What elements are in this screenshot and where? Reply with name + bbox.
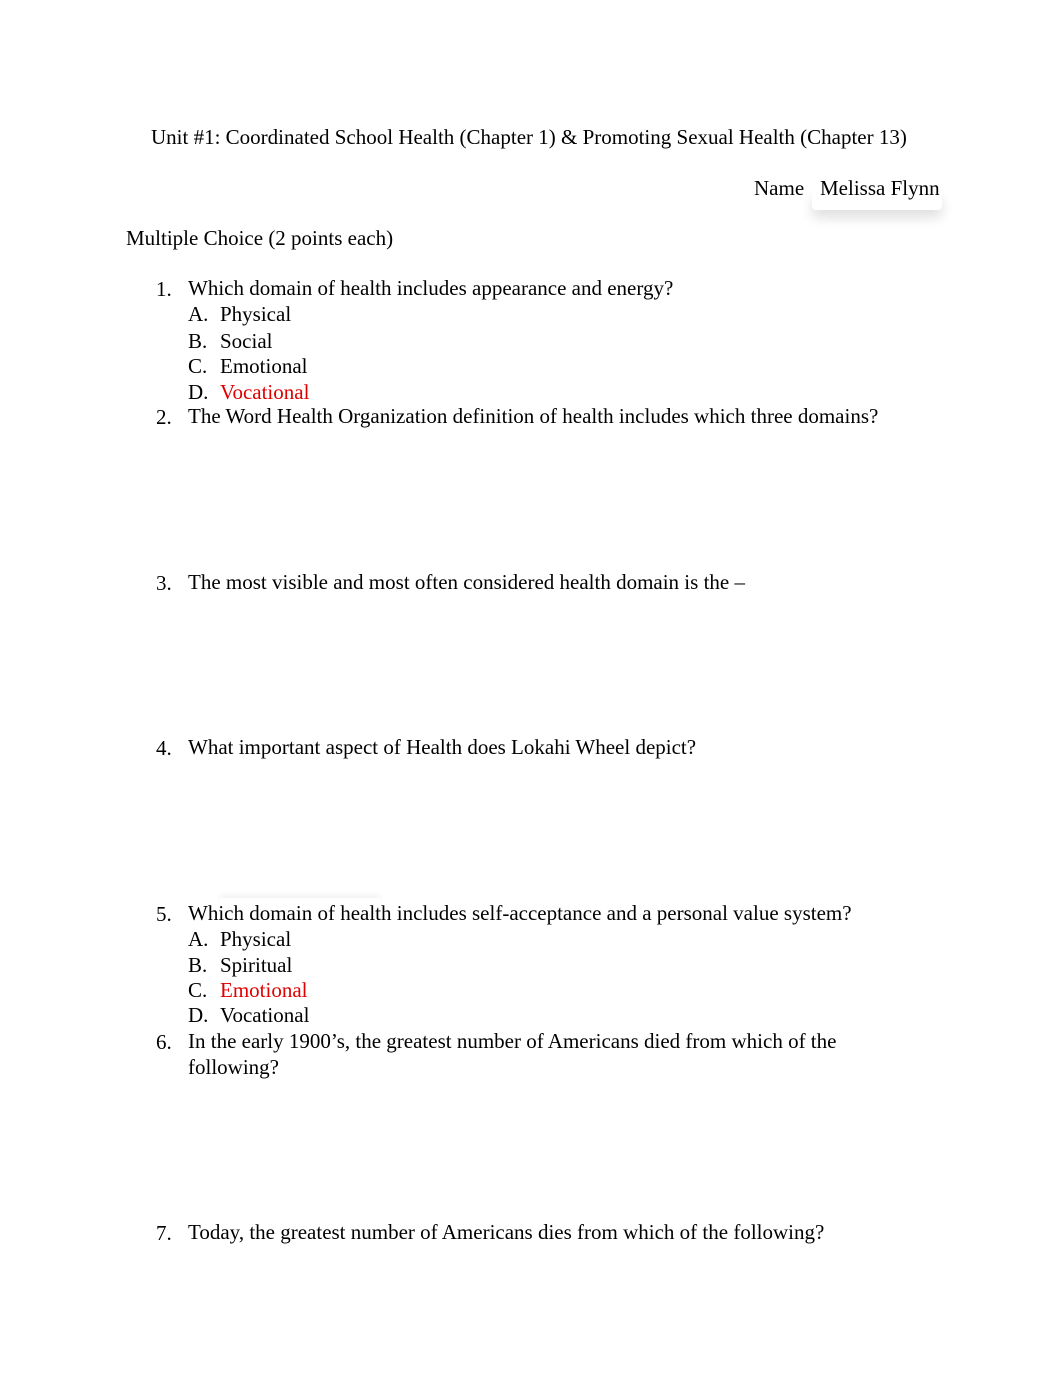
- option-letter: B.: [188, 953, 208, 977]
- option-text: Vocational: [220, 1003, 310, 1027]
- option-text: Physical: [220, 302, 292, 326]
- question-text: In the early 1900’s, the greatest number…: [188, 1029, 837, 1079]
- question-number: 5.: [156, 902, 172, 926]
- question-number: 3.: [156, 571, 172, 595]
- option-letter: A.: [188, 927, 209, 951]
- question-text: Today, the greatest number of Americans …: [188, 1220, 825, 1244]
- question-text: What important aspect of Health does Lok…: [188, 735, 697, 759]
- option-text: Physical: [220, 927, 292, 951]
- question-number: 2.: [156, 405, 172, 429]
- option-text: Emotional: [220, 354, 308, 378]
- question-number: 1.: [156, 277, 172, 301]
- question-number: 6.: [156, 1030, 172, 1054]
- question-text: Which domain of health includes appearan…: [188, 276, 674, 300]
- option-text-answer: Vocational: [220, 380, 310, 404]
- question-number: 7.: [156, 1221, 172, 1245]
- option-text: Social: [220, 329, 273, 353]
- section-title: Multiple Choice (2 points each): [126, 226, 394, 250]
- option-text: Spiritual: [220, 953, 293, 977]
- option-letter: B.: [188, 329, 208, 353]
- name-field[interactable]: Melissa Flynn: [820, 175, 940, 201]
- question-number: 4.: [156, 736, 172, 760]
- question-text: The Word Health Organization definition …: [188, 404, 879, 428]
- option-text-answer: Emotional: [220, 978, 308, 1002]
- question-text: The most visible and most often consider…: [188, 570, 745, 594]
- option-letter: D.: [188, 1003, 209, 1027]
- option-letter: C.: [188, 354, 208, 378]
- option-letter: A.: [188, 302, 209, 326]
- name-label: Name: [754, 176, 805, 200]
- option-letter: C.: [188, 978, 208, 1002]
- option-letter: D.: [188, 380, 209, 404]
- page-title: Unit #1: Coordinated School Health (Chap…: [151, 125, 907, 149]
- question-text: Which domain of health includes self-acc…: [188, 901, 852, 925]
